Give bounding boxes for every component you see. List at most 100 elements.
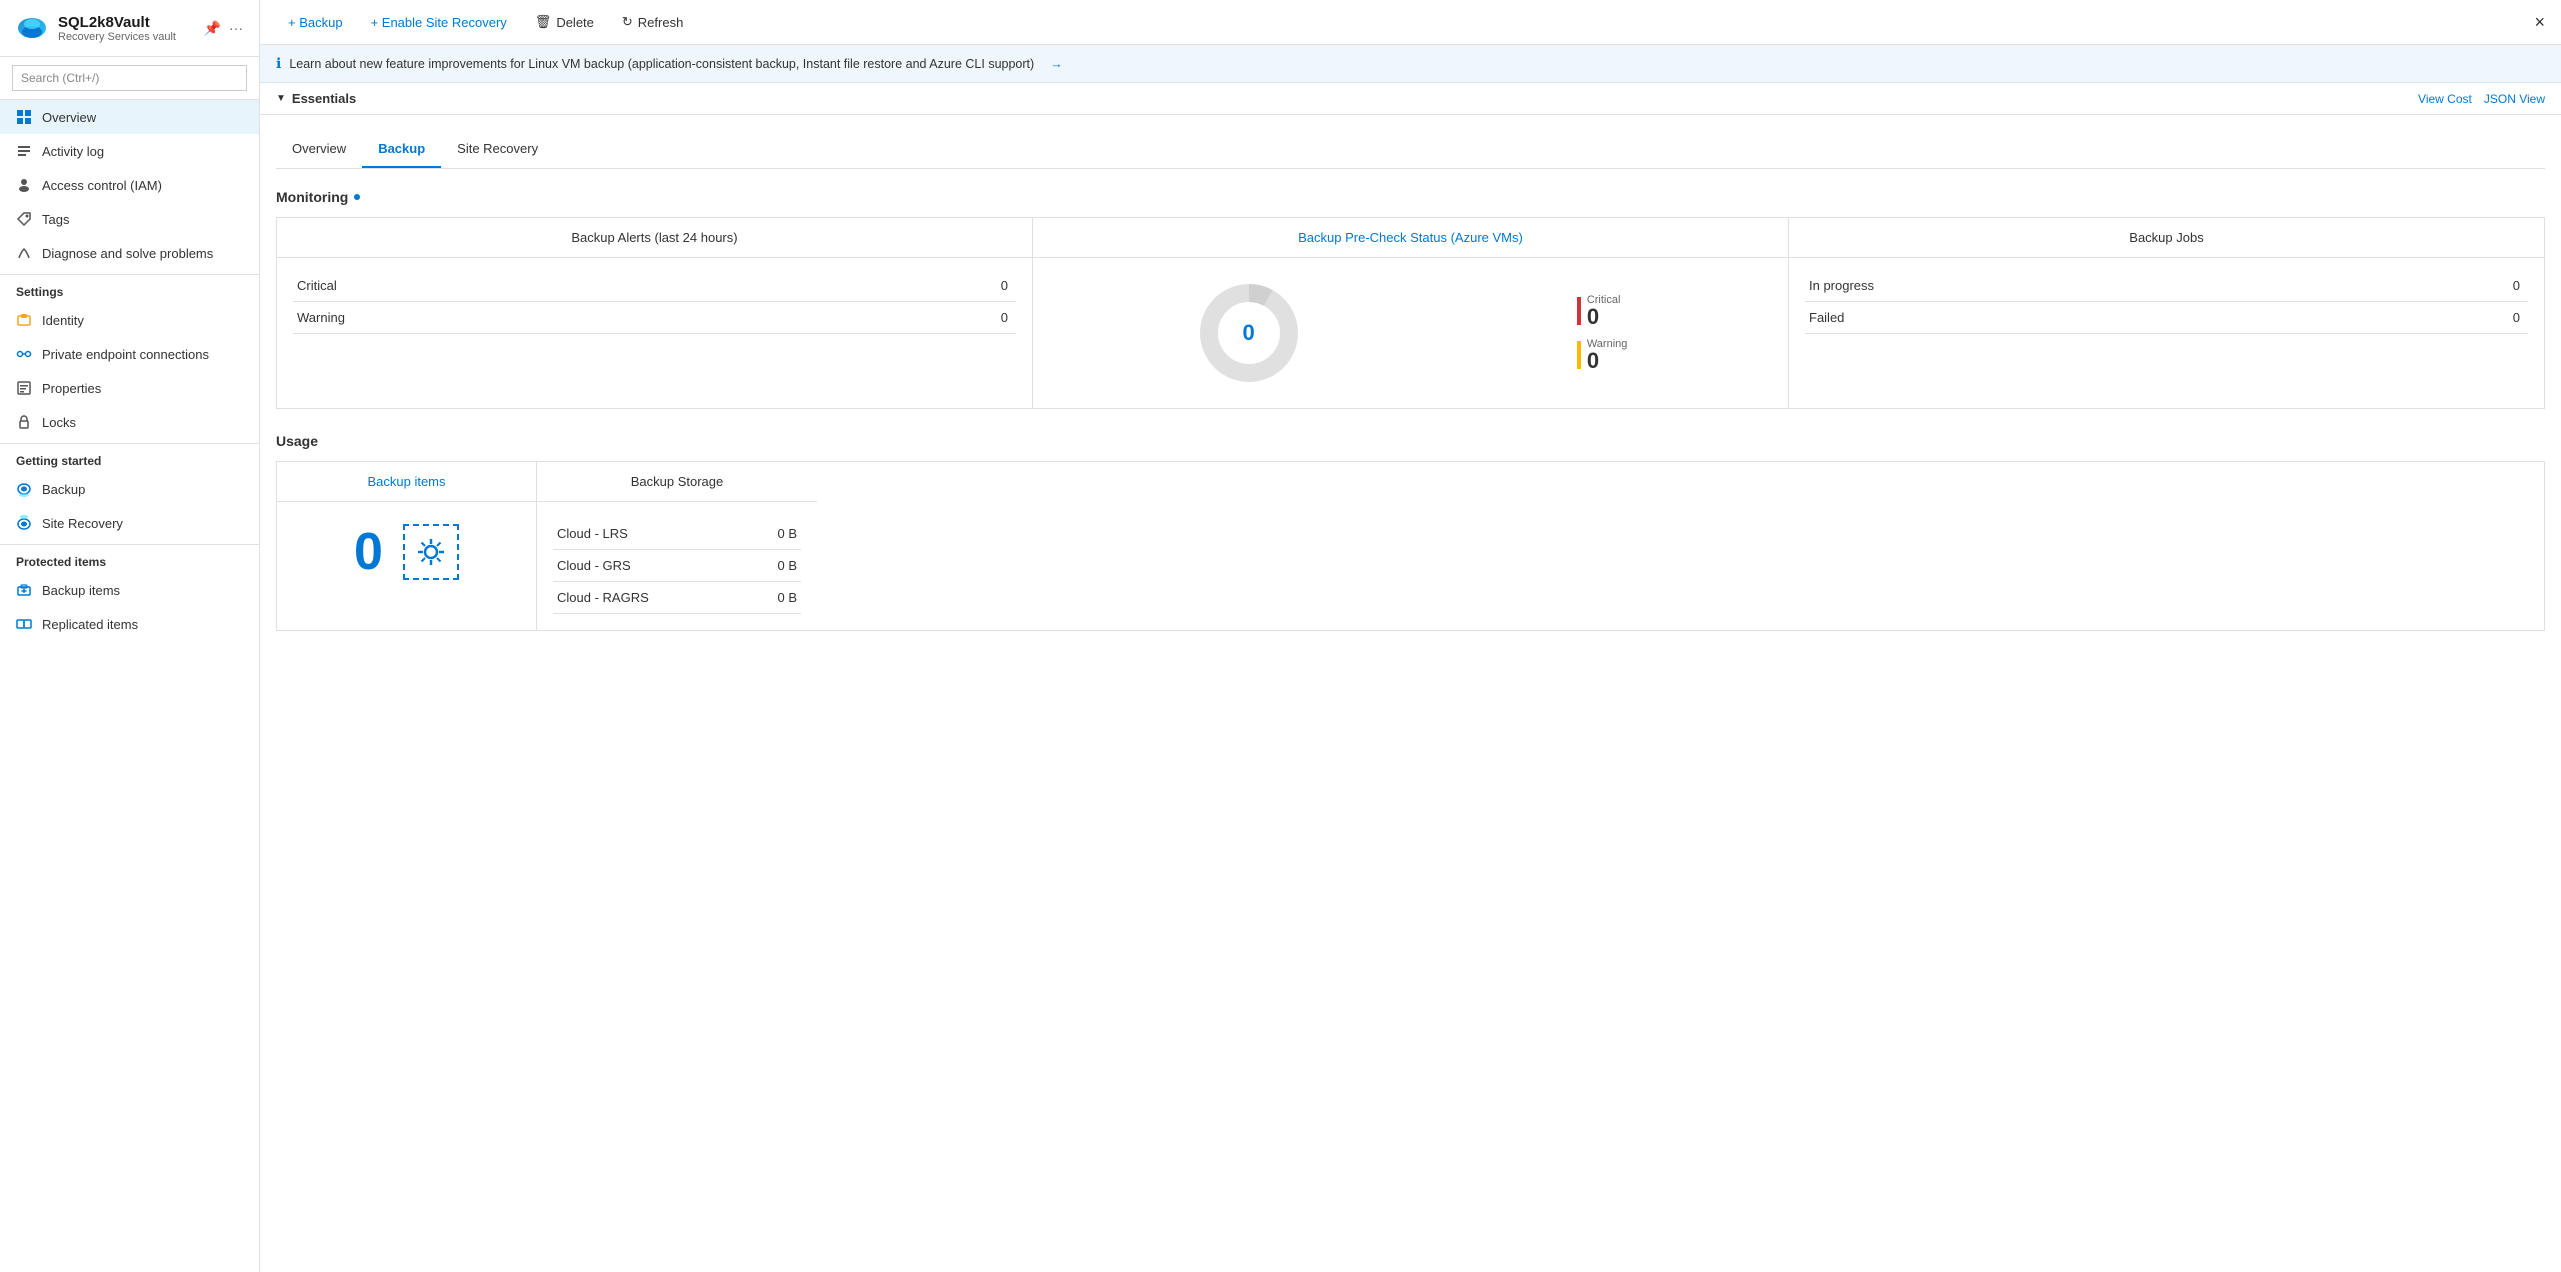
close-button[interactable]: × <box>2534 12 2545 33</box>
legend-item-warning: Warning 0 <box>1577 338 1628 372</box>
pre-check-body: 0 Critical 0 <box>1033 258 1788 408</box>
replicated-items-icon <box>16 616 32 632</box>
table-row: Cloud - GRS 0 B <box>553 550 801 582</box>
endpoints-icon <box>16 346 32 362</box>
tab-overview[interactable]: Overview <box>276 131 362 168</box>
sidebar-header: SQL2k8Vault Recovery Services vault 📌 ··… <box>0 0 259 57</box>
backup-items-icon <box>16 582 32 598</box>
content-tabs: Overview Backup Site Recovery <box>276 131 2545 169</box>
info-banner: ℹ Learn about new feature improvements f… <box>260 45 2561 83</box>
critical-legend-value: 0 <box>1587 306 1621 328</box>
pre-check-link[interactable]: Backup Pre-Check Status (Azure VMs) <box>1298 230 1523 245</box>
section-getting-started: Getting started <box>0 443 259 472</box>
backup-items-link[interactable]: Backup items <box>367 474 445 489</box>
critical-bar <box>1577 297 1581 325</box>
sidebar-item-backup[interactable]: Backup <box>0 472 259 506</box>
sidebar-item-access-control[interactable]: Access control (IAM) <box>0 168 259 202</box>
diagnose-icon <box>16 245 32 261</box>
sidebar-item-tags-label: Tags <box>42 212 69 227</box>
warning-bar <box>1577 341 1581 369</box>
ragrs-value: 0 B <box>747 582 801 614</box>
donut-wrap: 0 <box>1194 278 1304 388</box>
alerts-table: Critical 0 Warning 0 <box>293 270 1016 334</box>
section-protected-items: Protected items <box>0 544 259 573</box>
sidebar: SQL2k8Vault Recovery Services vault 📌 ··… <box>0 0 260 1272</box>
essentials-toggle[interactable]: ▼ Essentials <box>276 91 356 106</box>
legend-info-critical: Critical 0 <box>1587 294 1621 328</box>
usage-title: Usage <box>276 433 2545 449</box>
more-icon[interactable]: ··· <box>229 20 243 37</box>
vault-type: Recovery Services vault <box>58 31 194 43</box>
usage-cards: Backup items 0 <box>276 461 2545 631</box>
tags-icon <box>16 211 32 227</box>
sidebar-item-properties-label: Properties <box>42 381 101 396</box>
sidebar-item-replicated-items[interactable]: Replicated items <box>0 607 259 641</box>
sidebar-item-identity-label: Identity <box>42 313 84 328</box>
toolbar: + Backup + Enable Site Recovery 🗑 Delete… <box>260 0 2561 45</box>
sidebar-item-locks[interactable]: Locks <box>0 405 259 439</box>
essentials-chevron-icon: ▼ <box>276 93 286 104</box>
critical-label: Critical <box>293 270 831 302</box>
sidebar-item-diagnose[interactable]: Diagnose and solve problems <box>0 236 259 270</box>
sidebar-item-replicated-items-label: Replicated items <box>42 617 138 632</box>
sidebar-item-properties[interactable]: Properties <box>0 371 259 405</box>
enable-site-recovery-button[interactable]: + Enable Site Recovery <box>359 9 519 36</box>
table-row: In progress 0 <box>1805 270 2528 302</box>
ragrs-label: Cloud - RAGRS <box>553 582 747 614</box>
sidebar-item-access-control-label: Access control (IAM) <box>42 178 162 193</box>
search-input[interactable] <box>12 65 247 91</box>
lrs-label: Cloud - LRS <box>553 518 747 550</box>
settings-icon <box>416 537 446 567</box>
tab-backup[interactable]: Backup <box>362 131 441 168</box>
delete-button[interactable]: 🗑 Delete <box>523 8 606 36</box>
activity-log-icon <box>16 143 32 159</box>
sidebar-item-backup-items[interactable]: Backup items <box>0 573 259 607</box>
overview-icon <box>16 109 32 125</box>
backup-items-card-body: 0 <box>277 502 536 602</box>
search-container <box>0 57 259 100</box>
backup-alerts-card: Backup Alerts (last 24 hours) Critical 0… <box>277 218 1033 408</box>
essentials-label: Essentials <box>292 91 356 106</box>
grs-value: 0 B <box>747 550 801 582</box>
backup-items-count: 0 <box>354 522 383 582</box>
backup-jobs-card: Backup Jobs In progress 0 Failed 0 <box>1789 218 2544 408</box>
iam-icon <box>16 177 32 193</box>
sidebar-item-backup-items-label: Backup items <box>42 583 120 598</box>
sidebar-item-site-recovery-label: Site Recovery <box>42 516 123 531</box>
essentials-bar: ▼ Essentials View Cost JSON View <box>260 83 2561 115</box>
pre-check-card: Backup Pre-Check Status (Azure VMs) 0 <box>1033 218 1789 408</box>
tab-site-recovery[interactable]: Site Recovery <box>441 131 554 168</box>
warning-legend-value: 0 <box>1587 350 1628 372</box>
sidebar-item-activity-log[interactable]: Activity log <box>0 134 259 168</box>
sidebar-item-site-recovery[interactable]: Site Recovery <box>0 506 259 540</box>
sidebar-item-overview-label: Overview <box>42 110 96 125</box>
view-cost-link[interactable]: View Cost <box>2418 92 2472 106</box>
sidebar-item-private-endpoints[interactable]: Private endpoint connections <box>0 337 259 371</box>
backup-storage-header: Backup Storage <box>537 462 817 502</box>
storage-table: Cloud - LRS 0 B Cloud - GRS 0 B Cloud - … <box>553 518 801 614</box>
table-row: Critical 0 <box>293 270 1016 302</box>
site-recovery-nav-icon <box>16 515 32 531</box>
backup-items-card-header: Backup items <box>277 462 536 502</box>
refresh-button[interactable]: ↻ Refresh <box>610 8 695 36</box>
pin-icon[interactable]: 📌 <box>204 20 221 37</box>
warning-label: Warning <box>293 302 831 334</box>
json-view-link[interactable]: JSON View <box>2484 92 2545 106</box>
sidebar-item-overview[interactable]: Overview <box>0 100 259 134</box>
info-banner-arrow[interactable]: → <box>1050 57 1063 71</box>
in-progress-label: In progress <box>1805 270 2377 302</box>
info-banner-text: Learn about new feature improvements for… <box>289 57 1034 71</box>
backup-jobs-body: In progress 0 Failed 0 <box>1789 258 2544 346</box>
backup-storage-body: Cloud - LRS 0 B Cloud - GRS 0 B Cloud - … <box>537 502 817 630</box>
info-icon: ℹ <box>276 55 281 72</box>
header-icons: 📌 ··· <box>204 20 243 37</box>
backup-button[interactable]: + Backup <box>276 9 355 36</box>
table-row: Cloud - LRS 0 B <box>553 518 801 550</box>
table-row: Cloud - RAGRS 0 B <box>553 582 801 614</box>
azure-logo <box>16 12 48 44</box>
monitoring-dot <box>354 194 360 200</box>
content-area: Overview Backup Site Recovery Monitoring… <box>260 115 2561 1272</box>
sidebar-item-tags[interactable]: Tags <box>0 202 259 236</box>
identity-icon <box>16 312 32 328</box>
sidebar-item-identity[interactable]: Identity <box>0 303 259 337</box>
